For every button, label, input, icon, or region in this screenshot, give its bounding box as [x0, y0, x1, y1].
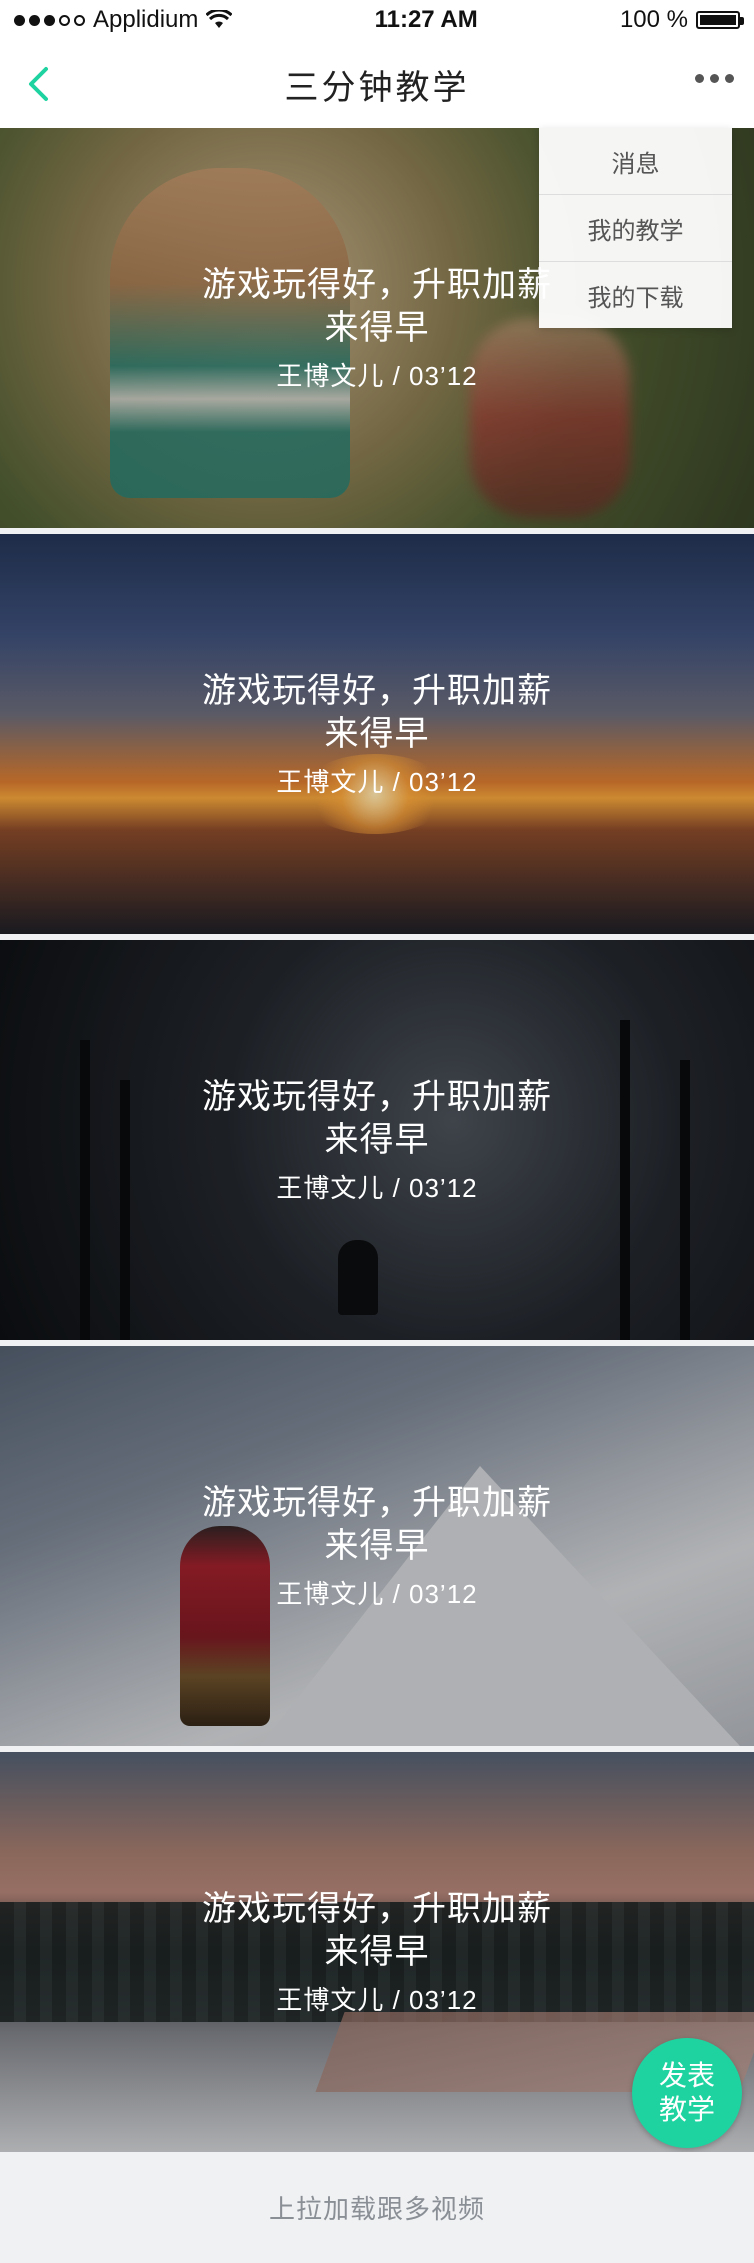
status-right: 100 %	[619, 6, 744, 34]
nav-bar: 三分钟教学	[0, 40, 754, 128]
menu-item-my-downloads[interactable]: 我的下载	[539, 262, 732, 328]
carrier-name: Applidium	[93, 6, 199, 33]
video-card[interactable]: 游戏玩得好，升职加薪来得早 王博文儿 / 03’12	[0, 940, 754, 1340]
more-button[interactable]	[695, 74, 734, 83]
card-meta: 王博文儿 / 03’12	[276, 1578, 478, 1609]
video-card[interactable]: 游戏玩得好，升职加薪来得早 王博文儿 / 03’12	[0, 1346, 754, 1746]
load-more-hint: 上拉加载跟多视频	[0, 2152, 754, 2263]
card-title: 游戏玩得好，升职加薪来得早	[202, 1889, 552, 1971]
chevron-left-icon	[29, 67, 48, 101]
card-meta: 王博文儿 / 03’12	[276, 1172, 478, 1203]
status-bar: Applidium 11:27 AM 100 %	[0, 0, 754, 40]
status-left: Applidium	[14, 6, 233, 34]
card-title: 游戏玩得好，升职加薪来得早	[202, 1077, 552, 1159]
dropdown-menu: 消息 我的教学 我的下载	[539, 128, 732, 328]
card-meta: 王博文儿 / 03’12	[276, 360, 478, 391]
card-title: 游戏玩得好，升职加薪来得早	[202, 1483, 552, 1565]
card-title: 游戏玩得好，升职加薪来得早	[202, 671, 552, 753]
battery-percent: 100 %	[619, 6, 688, 33]
status-time: 11:27 AM	[374, 6, 478, 33]
card-meta: 王博文儿 / 03’12	[276, 766, 478, 797]
publish-teaching-button[interactable]: 发表教学	[632, 2038, 742, 2148]
menu-item-messages[interactable]: 消息	[539, 128, 732, 195]
card-title: 游戏玩得好，升职加薪来得早	[202, 265, 552, 347]
signal-strength-icon	[14, 14, 85, 26]
battery-icon	[696, 11, 744, 29]
video-card[interactable]: 游戏玩得好，升职加薪来得早 王博文儿 / 03’12	[0, 534, 754, 934]
more-horizontal-icon	[695, 74, 704, 83]
card-meta: 王博文儿 / 03’12	[276, 1984, 478, 2015]
back-button[interactable]	[18, 62, 58, 106]
wifi-icon	[206, 10, 233, 28]
page-title: 三分钟教学	[284, 68, 470, 107]
menu-item-my-teaching[interactable]: 我的教学	[539, 195, 732, 262]
fab-label: 发表教学	[658, 2060, 715, 2125]
